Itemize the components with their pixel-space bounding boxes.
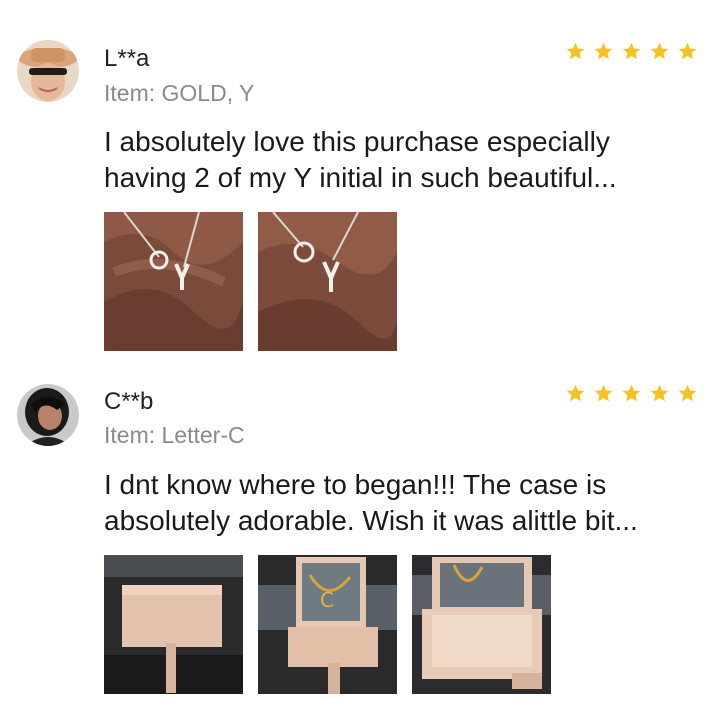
necklace-on-satin-photo — [258, 212, 397, 351]
review-photo-thumbnail[interactable]: C — [258, 555, 397, 694]
svg-text:C: C — [320, 588, 334, 612]
review-photo-thumbnail[interactable] — [104, 555, 243, 694]
star-rating — [565, 41, 698, 62]
review-text-line: absolutely adorable. Wish it was alittle… — [104, 505, 638, 536]
star-icon — [678, 384, 697, 402]
star-icon — [622, 42, 641, 60]
user-avatar[interactable] — [17, 384, 79, 446]
item-variant: Item: Letter-C — [104, 422, 245, 448]
review-photos — [104, 212, 397, 351]
review-text[interactable]: I absolutely love this purchase especial… — [104, 124, 704, 196]
closed-gift-box-photo — [104, 555, 243, 694]
avatar-woman-hat-sunglasses-icon — [17, 40, 79, 102]
item-variant: Item: GOLD, Y — [104, 80, 255, 106]
star-rating — [565, 383, 698, 404]
review-text-line: I dnt know where to began!!! The case is — [104, 469, 607, 500]
star-icon — [650, 384, 669, 402]
reviewer-name: C**b — [104, 388, 154, 415]
review-text[interactable]: I dnt know where to began!!! The case is… — [104, 467, 704, 539]
reviewer-name: L**a — [104, 45, 150, 72]
necklace-on-satin-photo — [104, 212, 243, 351]
star-icon — [678, 42, 697, 60]
review-photo-thumbnail[interactable] — [104, 212, 243, 351]
review-photos: C — [104, 555, 551, 694]
star-icon — [594, 384, 613, 402]
user-avatar[interactable] — [17, 40, 79, 102]
star-icon — [622, 384, 641, 402]
review-text-line: having 2 of my Y initial in such beautif… — [104, 162, 617, 193]
star-icon — [566, 384, 585, 402]
review-photo-thumbnail[interactable] — [412, 555, 551, 694]
open-box-empty-photo — [412, 555, 551, 694]
review-photo-thumbnail[interactable] — [258, 212, 397, 351]
open-box-necklace-photo: C — [258, 555, 397, 694]
avatar-woman-dark-hair-icon — [17, 384, 79, 446]
review-text-line: I absolutely love this purchase especial… — [104, 126, 610, 157]
star-icon — [566, 42, 585, 60]
star-icon — [594, 42, 613, 60]
star-icon — [650, 42, 669, 60]
